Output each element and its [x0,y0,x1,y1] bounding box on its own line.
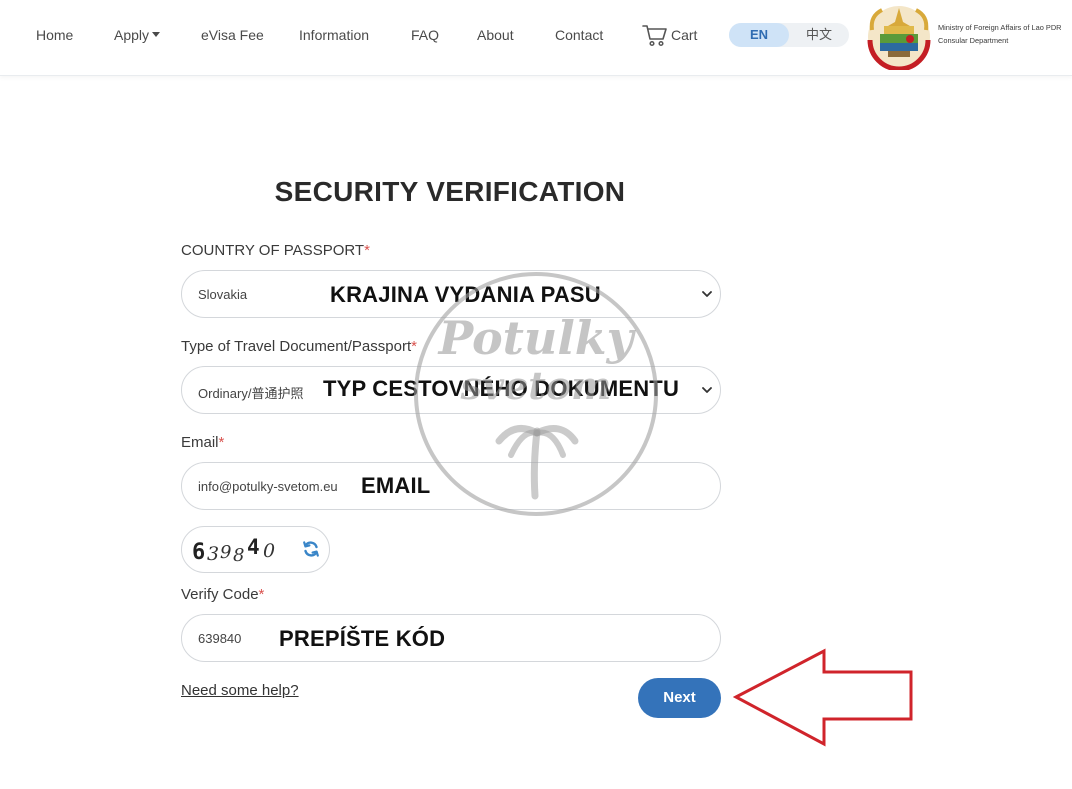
top-navbar: Home Apply eVisa Fee Information FAQ Abo… [0,0,1072,76]
email-label: Email* [181,434,224,451]
email-field[interactable]: info@potulky-svetom.eu [181,462,721,510]
doc-type-label-text: Type of Travel Document/Passport [181,338,412,355]
nav-contact[interactable]: Contact [555,26,603,44]
annotation-country: KRAJINA VYDANIA PASU [330,282,601,307]
country-label-text: COUNTRY OF PASSPORT [181,242,365,259]
ministry-title: Ministry of Foreign Affairs of Lao PDR [938,23,1062,32]
country-select-value: Slovakia [198,287,248,302]
lang-en-option[interactable]: EN [729,23,789,47]
annotation-email: EMAIL [361,473,431,498]
annotation-doc-type: TYP CESTOVNÉHO DOKUMENTU [323,376,680,401]
doc-type-label: Type of Travel Document/Passport* [181,338,417,355]
annotation-verify: PREPÍŠTE KÓD [279,626,446,651]
nav-faq[interactable]: FAQ [411,26,439,44]
page-title: SECURITY VERIFICATION [274,176,626,207]
email-field-value: info@potulky-svetom.eu [198,479,338,494]
refresh-icon[interactable] [301,539,321,559]
ministry-caption: Ministry of Foreign Affairs of Lao PDR C… [938,21,1062,47]
email-label-text: Email [181,434,219,451]
captcha-box: 6 3 9 8 4 0 [181,526,330,573]
lang-zh-option[interactable]: 中文 [789,23,849,47]
verify-code-label-text: Verify Code [181,586,259,603]
nav-information[interactable]: Information [299,26,369,44]
lao-emblem-icon[interactable] [866,4,932,70]
required-mark: * [411,338,417,355]
caret-down-icon [152,32,161,37]
captcha-char: 3 [207,543,219,564]
red-arrow-icon [733,648,913,747]
verify-code-label: Verify Code* [181,586,264,603]
language-switch: EN 中文 [729,23,849,47]
nav-evisa-fee[interactable]: eVisa Fee [201,26,264,44]
captcha-char: 0 [263,540,275,562]
required-mark: * [218,434,225,451]
chevron-down-icon [702,387,712,393]
next-button[interactable]: Next [638,678,721,718]
captcha-char: 9 [220,542,231,563]
nav-apply-label: Apply [114,27,150,43]
help-link[interactable]: Need some help? [181,682,299,699]
verify-code-value: 639840 [198,631,242,646]
watermark-text-line1: Potulky [438,311,634,365]
chevron-down-icon [702,291,712,297]
ministry-subtitle: Consular Department [938,36,1009,45]
captcha-char: 8 [233,545,244,564]
country-label: COUNTRY OF PASSPORT* [181,242,370,259]
captcha-image: 6 3 9 8 4 0 [192,536,275,564]
nav-cart[interactable]: Cart [671,26,697,44]
captcha-char: 4 [247,536,260,559]
required-mark: * [364,242,370,259]
nav-home[interactable]: Home [36,26,73,44]
cart-icon[interactable] [642,22,668,48]
required-mark: * [258,586,265,603]
nav-apply-dropdown[interactable]: Apply [114,26,161,44]
captcha-char: 6 [192,540,205,564]
nav-about[interactable]: About [477,26,514,44]
verify-code-field[interactable]: 639840 [181,614,721,662]
doc-type-select-value: Ordinary/普通护照 [198,386,304,401]
